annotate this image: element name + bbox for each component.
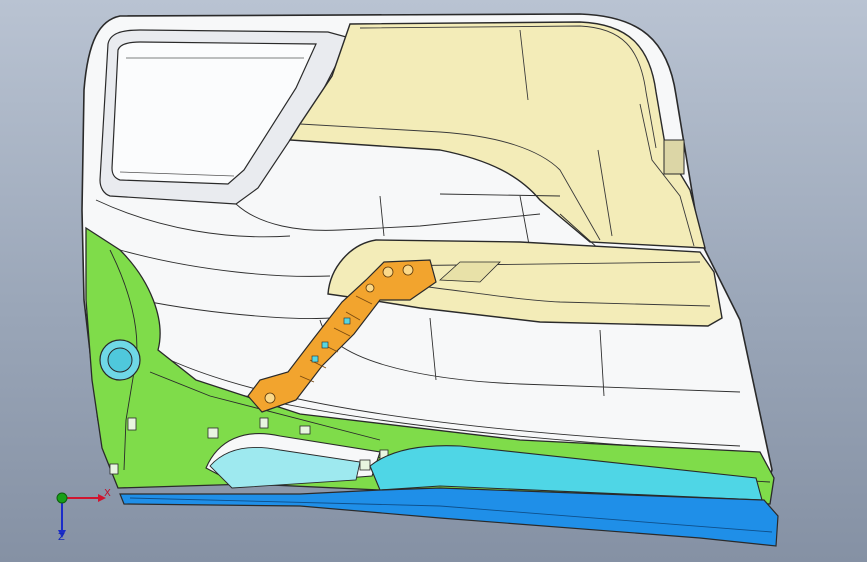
cad-viewport[interactable]: X Z xyxy=(0,0,867,562)
coordinate-triad: X Z xyxy=(40,478,120,548)
door-trim-model[interactable] xyxy=(0,0,867,562)
z-axis-label: Z xyxy=(58,532,65,543)
x-axis-label: X xyxy=(104,488,111,499)
y-axis-dot xyxy=(56,492,68,504)
edge-clip[interactable] xyxy=(663,139,685,175)
speaker-grille-inner xyxy=(107,347,133,373)
kick-strip-blue[interactable] xyxy=(119,487,779,547)
